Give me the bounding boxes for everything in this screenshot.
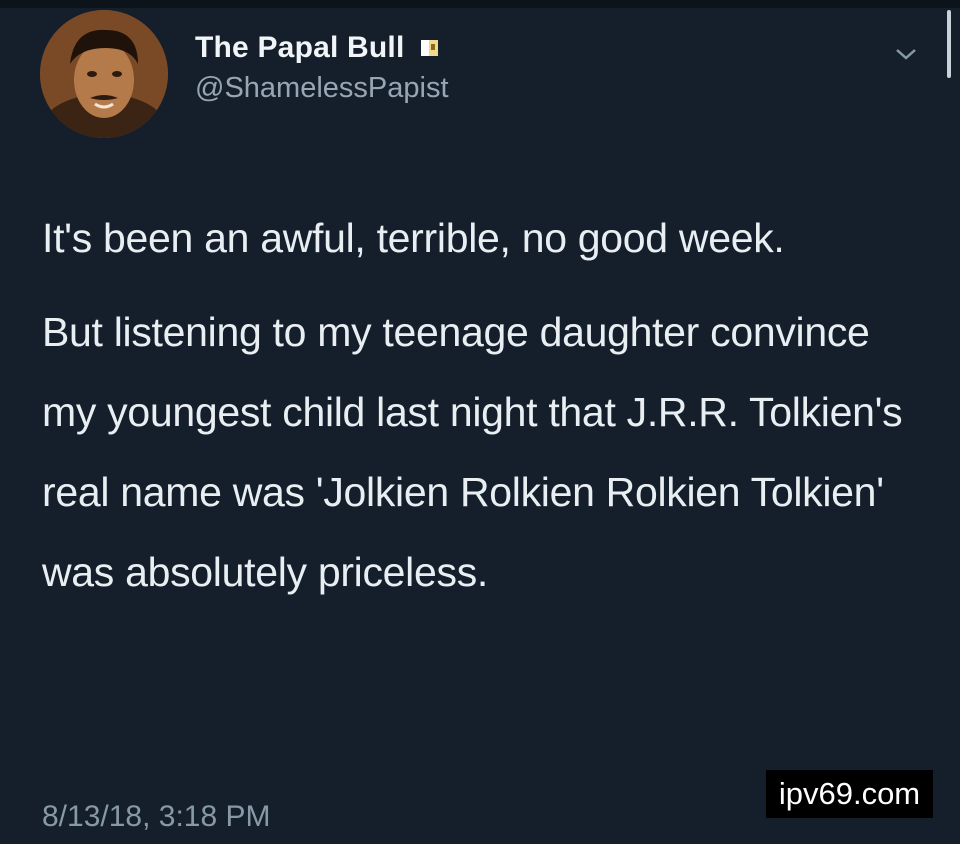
handle[interactable]: @ShamelessPapist	[195, 72, 449, 105]
avatar-image	[40, 10, 168, 138]
display-name-row: The Papal Bull	[195, 26, 449, 70]
top-border	[0, 0, 960, 8]
tweet-paragraph: But listening to my teenage daughter con…	[42, 309, 903, 595]
display-name[interactable]: The Papal Bull	[195, 31, 405, 65]
tweet-header: The Papal Bull @ShamelessPapist	[195, 26, 449, 105]
tweet-paragraph: It's been an awful, terrible, no good we…	[42, 215, 785, 261]
avatar[interactable]	[40, 10, 168, 138]
watermark: ipv69.com	[766, 770, 933, 818]
scrollbar[interactable]	[947, 10, 951, 78]
chevron-down-icon[interactable]	[893, 44, 919, 64]
tweet-text: It's been an awful, terrible, no good we…	[42, 198, 932, 612]
timestamp[interactable]: 8/13/18, 3:18 PM	[42, 800, 271, 834]
papal-bull-flag-icon	[419, 37, 441, 59]
